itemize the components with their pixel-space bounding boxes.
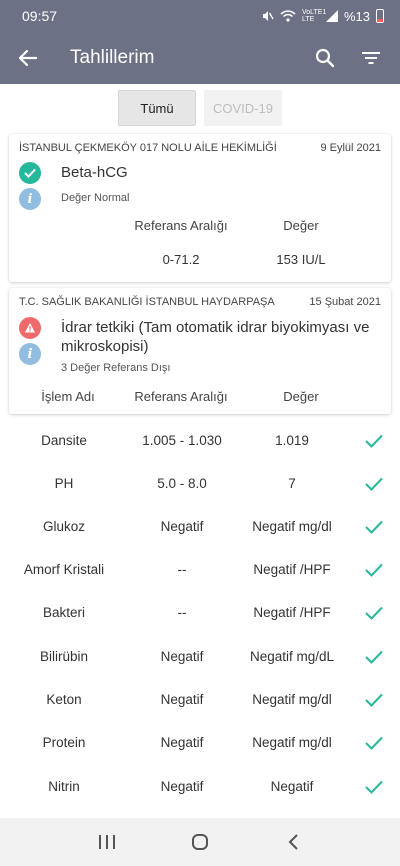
home-icon <box>191 834 208 850</box>
result-status: Değer Normal <box>61 192 130 204</box>
row-value: Negatif mg/dl <box>252 735 332 750</box>
row-test-name: Amorf Kristali <box>23 562 105 577</box>
table-row: Glukoz Negatif Negatif mg/dl <box>0 505 400 548</box>
page-title: Tahlillerim <box>70 47 155 68</box>
card-header: T.C. SAĞLIK BAKANLIĞI İSTANBUL HAYDARPAŞ… <box>9 288 391 308</box>
status-bar: 09:57 VoLTE1 LTE %13 <box>0 0 400 32</box>
row-test-name: Bilirübin <box>39 649 89 664</box>
row-reference: 5.0 - 8.0 <box>157 476 207 491</box>
value-header: Değer <box>283 389 319 404</box>
table-row: Bilirübin Negatif Negatif mg/dL <box>0 635 400 678</box>
status-time: 09:57 <box>22 8 58 24</box>
value-header: Değer <box>283 218 319 233</box>
row-reference: -- <box>177 562 187 577</box>
row-value: Negatif mg/dl <box>252 692 332 707</box>
arrow-left-icon <box>18 49 38 67</box>
recent-apps-icon <box>98 835 115 849</box>
reference-range-value: 0-71.2 <box>162 252 200 267</box>
info-icon[interactable]: i <box>19 188 41 210</box>
chevron-left-icon <box>288 834 299 850</box>
check-icon <box>365 606 383 620</box>
back-nav-button[interactable] <box>269 818 317 866</box>
test-name: İdrar tetkiki (Tam otomatik idrar biyoki… <box>61 319 370 355</box>
table-row: Nitrin Negatif Negatif <box>0 765 400 808</box>
table-row: Keton Negatif Negatif mg/dl <box>0 678 400 721</box>
institution-name: İSTANBUL ÇEKMEKÖY 017 NOLU AİLE HEKİMLİĞ… <box>19 142 277 154</box>
result-value: 153 IU/L <box>276 252 326 267</box>
test-name: Beta-hCG <box>61 164 128 181</box>
row-reference: Negatif <box>160 519 204 534</box>
check-icon <box>365 477 383 491</box>
row-value: 1.019 <box>275 433 309 448</box>
test-name-header: İşlem Adı <box>41 389 95 404</box>
warning-icon <box>19 317 41 339</box>
filter-icon <box>362 52 380 64</box>
recent-apps-button[interactable] <box>83 818 131 866</box>
check-circle-icon <box>19 162 41 184</box>
row-test-name: PH <box>54 476 74 491</box>
row-test-name: Glukoz <box>42 519 86 534</box>
check-icon <box>365 780 383 794</box>
tab-covid[interactable]: COVID-19 <box>204 90 282 126</box>
card-header: İSTANBUL ÇEKMEKÖY 017 NOLU AİLE HEKİMLİĞ… <box>9 134 391 154</box>
row-value: Negatif mg/dL <box>249 649 335 664</box>
check-icon <box>365 736 383 750</box>
row-value: Negatif /HPF <box>253 562 331 577</box>
row-test-name: Protein <box>42 735 86 750</box>
result-card-beta-hcg[interactable]: İSTANBUL ÇEKMEKÖY 017 NOLU AİLE HEKİMLİĞ… <box>9 134 391 282</box>
table-row: Dansite 1.005 - 1.030 1.019 <box>0 419 400 462</box>
row-reference: -- <box>177 605 187 620</box>
result-date: 15 Şubat 2021 <box>309 296 381 308</box>
row-reference: Negatif <box>160 779 204 794</box>
row-test-name: Bakteri <box>42 605 86 620</box>
row-reference: Negatif <box>160 735 204 750</box>
status-icons: VoLTE1 LTE %13 <box>260 9 384 24</box>
system-nav-bar <box>0 818 400 866</box>
row-value: Negatif /HPF <box>253 605 331 620</box>
result-status: 3 Değer Referans Dışı <box>61 362 171 374</box>
search-button[interactable] <box>302 32 348 84</box>
home-button[interactable] <box>176 818 224 866</box>
check-icon <box>365 650 383 664</box>
result-card-urine-test[interactable]: T.C. SAĞLIK BAKANLIĞI İSTANBUL HAYDARPAŞ… <box>9 288 391 414</box>
filter-button[interactable] <box>348 32 394 84</box>
table-row: Bakteri -- Negatif /HPF <box>0 591 400 634</box>
mute-icon <box>262 11 274 21</box>
check-icon <box>365 520 383 534</box>
row-value: 7 <box>288 476 296 491</box>
row-reference: 1.005 - 1.030 <box>142 433 222 448</box>
wifi-icon <box>280 10 296 22</box>
check-icon <box>365 693 383 707</box>
battery-icon <box>376 9 384 23</box>
reference-range-header: Referans Aralığı <box>134 389 228 404</box>
row-reference: Negatif <box>160 692 204 707</box>
battery-percent: %13 <box>343 8 370 24</box>
search-icon <box>315 48 335 68</box>
table-row: Amorf Kristali -- Negatif /HPF <box>0 548 400 591</box>
filter-tabs: Tümü COVID-19 <box>118 90 282 126</box>
app-bar: Tahlillerim <box>0 32 400 84</box>
row-value: Negatif <box>270 779 314 794</box>
check-icon <box>365 434 383 448</box>
table-row: Protein Negatif Negatif mg/dl <box>0 721 400 764</box>
result-date: 9 Eylül 2021 <box>320 142 381 154</box>
row-reference: Negatif <box>160 649 204 664</box>
row-test-name: Nitrin <box>48 779 80 794</box>
signal-icon <box>325 10 338 22</box>
table-row: PH 5.0 - 8.0 7 <box>0 462 400 505</box>
tab-all[interactable]: Tümü <box>118 90 196 126</box>
check-icon <box>365 563 383 577</box>
info-icon[interactable]: i <box>19 343 41 365</box>
back-button[interactable] <box>0 32 56 84</box>
row-value: Negatif mg/dl <box>252 519 332 534</box>
reference-range-header: Referans Aralığı <box>134 218 228 233</box>
row-test-name: Dansite <box>41 433 87 448</box>
network-indicator: VoLTE1 LTE <box>301 9 327 23</box>
row-test-name: Keton <box>46 692 82 707</box>
institution-name: T.C. SAĞLIK BAKANLIĞI İSTANBUL HAYDARPAŞ… <box>19 296 275 308</box>
